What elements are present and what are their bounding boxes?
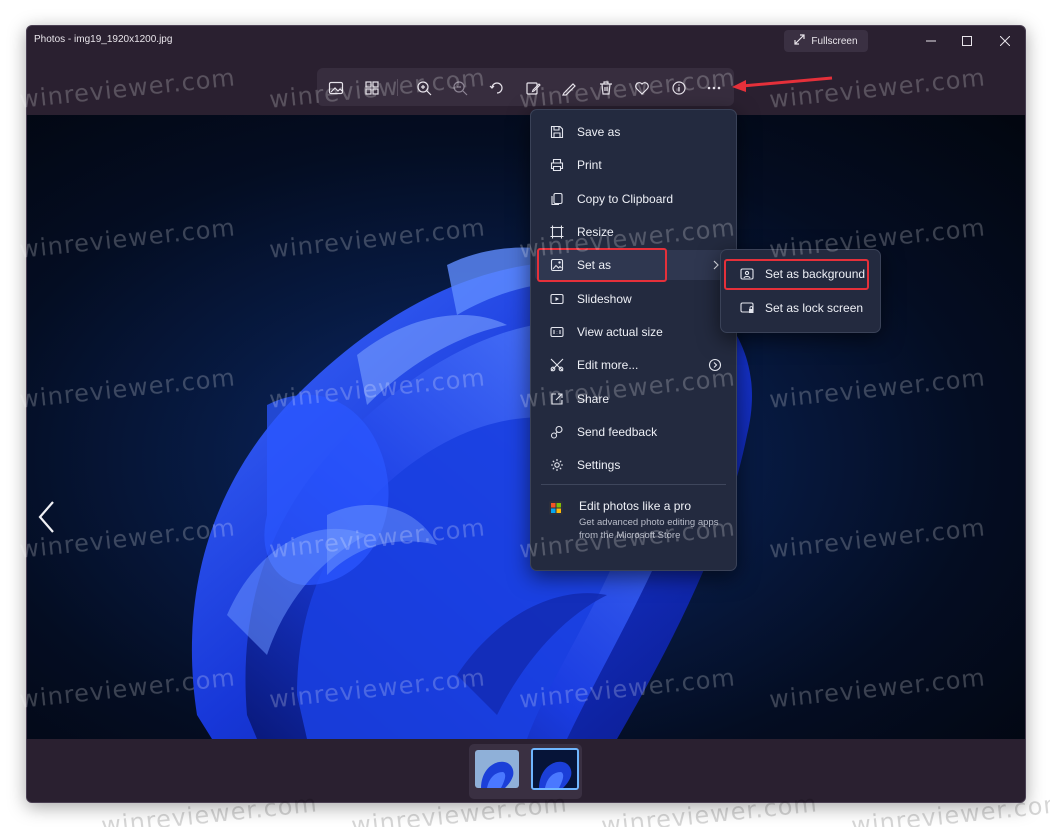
thumbnail-current[interactable] xyxy=(531,748,579,790)
fullscreen-button[interactable]: Fullscreen xyxy=(784,30,868,52)
thumbnail-previous[interactable] xyxy=(475,750,519,788)
gallery-view-icon[interactable] xyxy=(362,78,382,98)
menu-item-label: Share xyxy=(577,392,610,406)
zoom-in-icon[interactable] xyxy=(414,78,434,98)
photo-toolbar xyxy=(317,68,734,106)
menu-item-label: View actual size xyxy=(577,325,663,339)
close-button[interactable] xyxy=(991,31,1019,51)
promo-title[interactable]: Edit photos like a pro xyxy=(579,499,691,513)
draw-icon[interactable] xyxy=(559,78,579,98)
menu-item-label: Send feedback xyxy=(577,425,658,439)
menu-item-save-as[interactable]: Save as xyxy=(535,117,732,147)
thumbnail-strip xyxy=(469,744,582,799)
menu-item-share[interactable]: Share xyxy=(535,384,732,414)
save-icon xyxy=(549,124,565,140)
menu-item-label: Slideshow xyxy=(577,292,632,306)
submenu-item-set-as-lock-screen[interactable]: Set as lock screen xyxy=(725,293,876,323)
actual-size-icon xyxy=(549,324,565,340)
set-as-background-highlight xyxy=(724,259,869,290)
more-options-menu: Save as Print Copy to Clipboard Resize S… xyxy=(530,109,737,571)
fullscreen-label: Fullscreen xyxy=(811,35,858,47)
share-icon xyxy=(549,391,565,407)
more-options-icon[interactable] xyxy=(704,78,724,98)
menu-item-settings[interactable]: Settings xyxy=(535,450,732,480)
image-edit-icon[interactable] xyxy=(326,78,346,98)
menu-item-copy[interactable]: Copy to Clipboard xyxy=(535,184,732,214)
edit-more-icon xyxy=(549,357,565,373)
slideshow-icon xyxy=(549,291,565,307)
menu-item-label: Settings xyxy=(577,458,621,472)
window-title: Photos - img19_1920x1200.jpg xyxy=(34,34,173,45)
favorite-icon[interactable] xyxy=(632,78,652,98)
set-as-highlight xyxy=(537,248,667,282)
promo-description: Get advanced photo editing apps from the… xyxy=(579,517,719,541)
menu-item-label: Copy to Clipboard xyxy=(577,192,674,206)
photo-viewer[interactable] xyxy=(27,115,1025,739)
menu-item-resize[interactable]: Resize xyxy=(535,217,732,247)
zoom-out-icon[interactable] xyxy=(450,78,470,98)
title-bar[interactable]: Photos - img19_1920x1200.jpg Fullscreen xyxy=(27,26,1025,56)
menu-item-print[interactable]: Print xyxy=(535,150,732,180)
delete-icon[interactable] xyxy=(596,78,616,98)
rotate-icon[interactable] xyxy=(487,78,507,98)
microsoft-store-icon xyxy=(549,501,563,515)
chevron-circle-right-icon xyxy=(708,358,722,377)
set-as-submenu: Set as background Set as lock screen xyxy=(720,249,881,333)
lock-screen-icon xyxy=(739,300,755,316)
info-icon[interactable] xyxy=(669,78,689,98)
menu-item-label: Resize xyxy=(577,225,614,239)
toolbar-divider xyxy=(397,79,398,96)
menu-item-view-actual-size[interactable]: View actual size xyxy=(535,317,732,347)
menu-item-label: Edit more... xyxy=(577,358,639,372)
minimize-button[interactable] xyxy=(917,31,945,51)
previous-image-button[interactable] xyxy=(37,500,57,534)
menu-item-slideshow[interactable]: Slideshow xyxy=(535,284,732,314)
submenu-item-label: Set as lock screen xyxy=(765,301,864,315)
photos-window: Photos - img19_1920x1200.jpg Fullscreen xyxy=(26,25,1026,803)
feedback-icon xyxy=(549,424,565,440)
settings-icon xyxy=(549,457,565,473)
bloom-wallpaper-image xyxy=(191,247,752,739)
menu-divider xyxy=(541,484,726,485)
resize-icon xyxy=(549,224,565,240)
chevron-right-icon xyxy=(712,258,720,276)
menu-item-send-feedback[interactable]: Send feedback xyxy=(535,417,732,447)
filmstrip xyxy=(27,739,1025,802)
maximize-button[interactable] xyxy=(953,31,981,51)
edit-image-icon[interactable] xyxy=(523,78,543,98)
expand-icon xyxy=(794,34,806,48)
copy-icon xyxy=(549,191,565,207)
annotation-arrow xyxy=(732,76,833,92)
menu-item-label: Save as xyxy=(577,125,621,139)
menu-item-label: Print xyxy=(577,158,602,172)
print-icon xyxy=(549,157,565,173)
menu-item-edit-more[interactable]: Edit more... xyxy=(535,350,732,380)
